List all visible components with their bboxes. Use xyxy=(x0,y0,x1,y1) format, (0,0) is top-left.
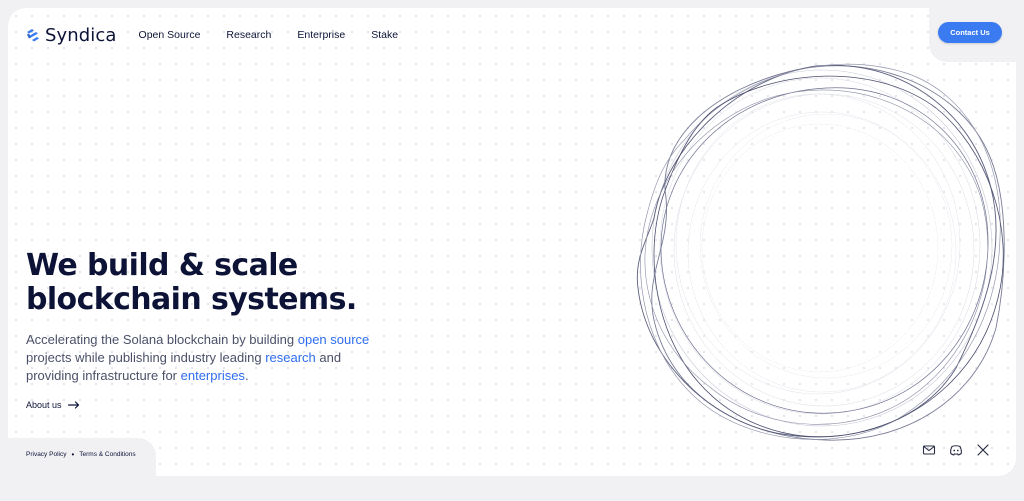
hero-title-line-2: blockchain systems. xyxy=(26,282,357,317)
nav-open-source[interactable]: Open Source xyxy=(139,29,201,41)
nav-stake[interactable]: Stake xyxy=(371,29,398,41)
nav-enterprise[interactable]: Enterprise xyxy=(297,29,345,41)
contact-us-button[interactable]: Contact Us xyxy=(938,22,1002,43)
terms-link[interactable]: Terms & Conditions xyxy=(79,451,135,458)
footer-separator: • xyxy=(71,449,75,459)
mail-icon[interactable] xyxy=(922,443,936,457)
open-source-link[interactable]: open source xyxy=(298,332,370,347)
hero-title-line-1: We build & scale xyxy=(26,248,298,283)
about-us-label: About us xyxy=(26,400,62,410)
top-nav: Syndica Open Source Research Enterprise … xyxy=(26,24,398,46)
arrow-right-icon xyxy=(67,401,79,409)
hero-sub-part-1: Accelerating the Solana blockchain by bu… xyxy=(26,332,298,347)
nav-links: Open Source Research Enterprise Stake xyxy=(139,29,399,41)
hero-sub-part-2: projects while publishing industry leadi… xyxy=(26,350,266,365)
about-us-link[interactable]: About us xyxy=(26,400,80,410)
nav-research[interactable]: Research xyxy=(226,29,271,41)
logo-text: Syndica xyxy=(45,24,117,46)
hero-sub-part-4: . xyxy=(244,368,249,383)
decorative-rings-graphic xyxy=(636,63,1005,441)
syndica-logo-icon xyxy=(27,29,39,42)
discord-icon[interactable] xyxy=(949,443,963,457)
enterprises-link[interactable]: enterprises xyxy=(181,368,245,383)
logo[interactable]: Syndica xyxy=(26,25,117,46)
hero-subtitle: Accelerating the Solana blockchain by bu… xyxy=(26,331,386,385)
footer-links: Privacy Policy • Terms & Conditions xyxy=(26,449,136,459)
hero-title: We build & scale blockchain systems. xyxy=(26,249,357,317)
research-link[interactable]: research xyxy=(265,350,316,365)
x-icon[interactable] xyxy=(976,443,990,457)
social-icons xyxy=(922,443,990,457)
privacy-policy-link[interactable]: Privacy Policy xyxy=(26,451,66,458)
